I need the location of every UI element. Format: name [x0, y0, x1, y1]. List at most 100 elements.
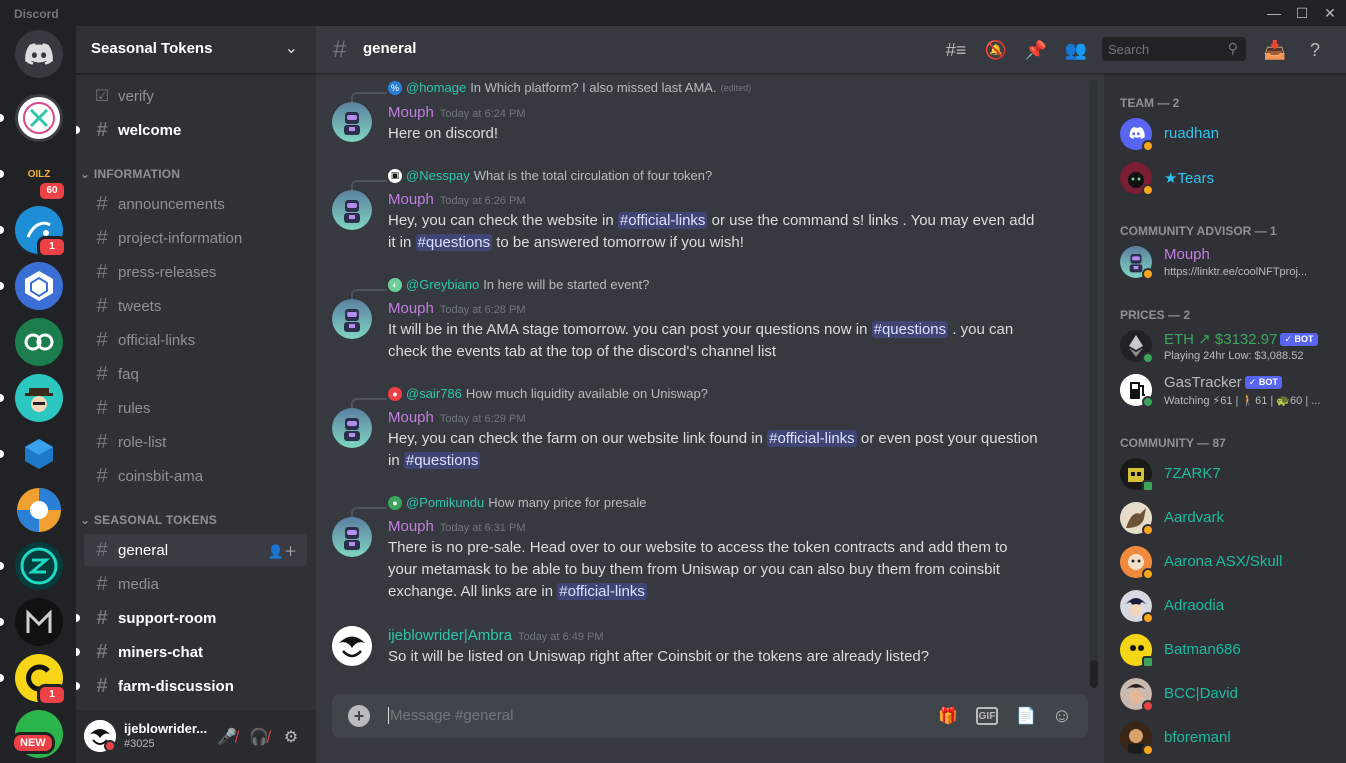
channel-mention[interactable]: #official-links [617, 212, 708, 229]
channel-label: press-releases [118, 263, 217, 281]
yellow-c-icon[interactable]: 1 [15, 654, 67, 706]
add-user-icon[interactable]: 👤＋ [268, 541, 297, 560]
member-item[interactable]: ★Tears [1120, 162, 1340, 204]
channel-press-releases[interactable]: # press-releases [84, 256, 307, 288]
channel-label: miners-chat [118, 643, 204, 661]
sticker-icon[interactable]: 📄 [1014, 705, 1038, 727]
help-icon[interactable]: ? [1303, 38, 1327, 62]
message-author[interactable]: Mouph [388, 191, 434, 208]
mouph-avatar[interactable] [332, 517, 372, 557]
message-composer[interactable]: + Message #general 🎁 GIF 📄 ☺ [332, 694, 1088, 738]
mute-mic-icon[interactable]: 🎤̸ [216, 726, 238, 748]
message-author[interactable]: Mouph [388, 409, 434, 426]
hash-icon: # [333, 36, 347, 63]
channel-mention[interactable]: #questions [415, 234, 493, 251]
chevron-down-icon[interactable]: ⌄ [285, 38, 298, 58]
reply-preview[interactable]: ● @Pomikundu How many price for presale [388, 495, 646, 510]
reply-username: @Pomikundu [406, 495, 485, 510]
emoji-icon[interactable]: ☺ [1050, 705, 1074, 727]
discord-home-icon[interactable] [15, 30, 63, 78]
hex-icon[interactable] [15, 262, 63, 310]
member-name: BCC|David [1164, 685, 1238, 702]
gif-icon[interactable]: GIF [976, 707, 998, 725]
mouph-avatar[interactable] [332, 190, 372, 230]
channel-rules[interactable]: # rules [84, 392, 307, 424]
message-author[interactable]: Mouph [388, 300, 434, 317]
channel-mention[interactable]: #official-links [767, 430, 857, 447]
channel-role-list[interactable]: # role-list [84, 426, 307, 458]
channel-miners-chat[interactable]: # miners-chat [76, 636, 307, 668]
category-seasonal-tokens[interactable]: ⌄ SEASONAL TOKENS [80, 513, 217, 527]
message-input[interactable]: Message #general [388, 707, 513, 724]
category-information[interactable]: ⌄ INFORMATION [80, 167, 180, 181]
member-item[interactable]: ETH ↗ $3132.97 ✓ BOT Playing 24hr Low: $3… [1120, 330, 1340, 372]
message-author[interactable]: Mouph [388, 518, 434, 535]
reply-preview[interactable]: % @homage In Which platform? I also miss… [388, 80, 751, 95]
message-author[interactable]: Mouph [388, 104, 434, 121]
channel-mention[interactable]: #questions [403, 452, 481, 469]
channel-verify[interactable]: ☑ verify [84, 80, 307, 112]
member-item[interactable]: Aarona ASX/Skull [1120, 546, 1340, 588]
channel-project-information[interactable]: # project-information [84, 222, 307, 254]
mouph-avatar[interactable] [332, 408, 372, 448]
guild-x-icon[interactable] [15, 94, 63, 142]
channel-media[interactable]: # media [84, 568, 307, 600]
ijeblowrider-avatar[interactable] [332, 626, 372, 666]
member-item[interactable]: Aardvark [1120, 502, 1340, 544]
scrollbar-thumb[interactable] [1090, 660, 1098, 688]
member-item[interactable]: bforemanl [1120, 722, 1340, 763]
settings-gear-icon[interactable]: ⚙ [280, 726, 302, 748]
hash-icon: # [96, 192, 108, 215]
m-logo-icon[interactable] [15, 598, 63, 646]
link-icon[interactable] [15, 318, 63, 366]
member-list-icon[interactable]: 👥 [1064, 38, 1088, 62]
deafen-icon[interactable]: 🎧̸ [248, 726, 270, 748]
message-scrollbar[interactable] [1090, 80, 1098, 688]
message-author[interactable]: ijeblowrider|Ambra [388, 627, 512, 644]
member-item[interactable]: Batman686 [1120, 634, 1340, 676]
user-avatar[interactable] [84, 720, 116, 752]
green-circle-icon[interactable] [15, 542, 63, 590]
maximize-icon[interactable]: ☐ [1292, 4, 1312, 22]
channel-official-links[interactable]: # official-links [84, 324, 307, 356]
gift-icon[interactable]: 🎁 [936, 705, 960, 727]
cube-icon[interactable] [15, 430, 63, 478]
server-header[interactable]: Seasonal Tokens ⌄ [76, 26, 316, 74]
minimize-icon[interactable]: — [1264, 4, 1284, 22]
channel-welcome[interactable]: # welcome [76, 114, 307, 146]
pinwheel-icon[interactable] [15, 486, 63, 534]
reply-preview[interactable]: ● @sair786 How much liquidity available … [388, 386, 708, 401]
mouph-avatar[interactable] [332, 299, 372, 339]
member-item[interactable]: Adraodia [1120, 590, 1340, 632]
member-item[interactable]: Mouph https://linktr.ee/coolNFTproj... [1120, 246, 1340, 288]
oilz-icon[interactable]: OILZ 60 [15, 150, 67, 202]
blue-swirl-icon[interactable]: 1 [15, 206, 67, 258]
channel-tweets[interactable]: # tweets [84, 290, 307, 322]
channel-coinsbit-ama[interactable]: # coinsbit-ama [84, 460, 307, 492]
cowboy-icon[interactable] [15, 374, 63, 422]
channel-mention[interactable]: #official-links [557, 583, 647, 600]
reply-preview[interactable]: ▣ @Nesspay What is the total circulation… [388, 168, 712, 183]
close-icon[interactable]: ✕ [1320, 4, 1340, 22]
notification-bell-muted-icon[interactable]: 🔕 [984, 38, 1008, 62]
member-item[interactable]: 7ZARK7 [1120, 458, 1340, 500]
mouph-avatar[interactable] [332, 102, 372, 142]
search-input[interactable]: Search ⚲ [1102, 37, 1246, 61]
message-text: There is no pre-sale. Head over to our w… [388, 537, 1038, 603]
pin-icon[interactable]: 📌 [1024, 38, 1048, 62]
add-attachment-icon[interactable]: + [348, 705, 370, 727]
member-item[interactable]: GasTracker ✓ BOT Watching ⚡61 | 🚶61 | 🐢60… [1120, 374, 1340, 416]
channel-general[interactable]: # general 👤＋ [84, 534, 307, 566]
channel-faq[interactable]: # faq [84, 358, 307, 390]
threads-icon[interactable]: #≡ [944, 38, 968, 62]
channel-farm-discussion[interactable]: # farm-discussion [76, 670, 307, 702]
reply-avatar: ● [388, 386, 402, 401]
channel-mention[interactable]: #questions [871, 321, 949, 338]
new-guild-icon[interactable]: NEW [11, 710, 63, 758]
channel-announcements[interactable]: # announcements [84, 188, 307, 220]
inbox-icon[interactable]: 📥 [1263, 38, 1287, 62]
channel-support-room[interactable]: # support-room [76, 602, 307, 634]
member-item[interactable]: BCC|David [1120, 678, 1340, 720]
member-item[interactable]: ruadhan [1120, 118, 1340, 160]
reply-preview[interactable]: ◐ @Greybiano In here will be started eve… [388, 277, 649, 292]
